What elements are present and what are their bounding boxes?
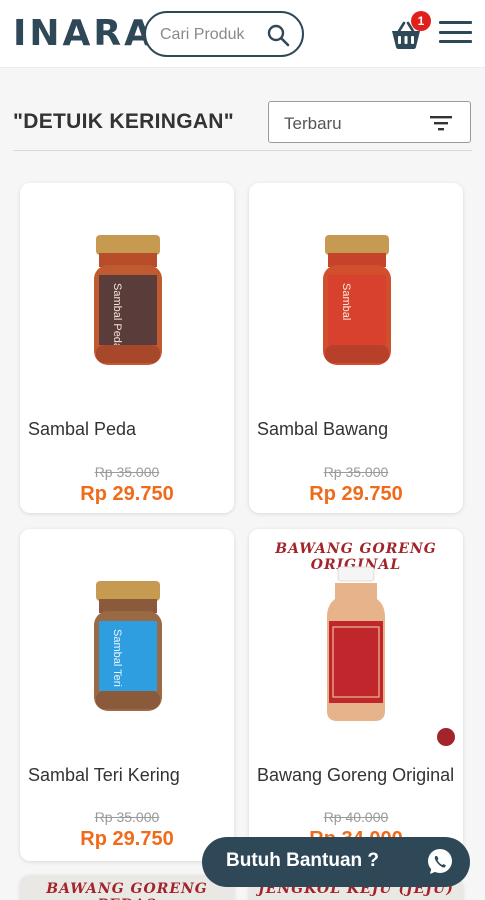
sort-select[interactable]: Terbaru	[268, 101, 471, 143]
product-image[interactable]: Sambal Teri	[20, 529, 234, 759]
product-price: Rp 29.750	[80, 828, 174, 850]
filter-icon	[430, 116, 452, 131]
jar-image: Sambal Peda	[94, 235, 162, 365]
search-icon[interactable]	[266, 23, 290, 47]
help-button[interactable]: Butuh Bantuan ?	[202, 837, 470, 887]
product-name[interactable]: Sambal Bawang	[257, 419, 455, 440]
sort-value: Terbaru	[284, 114, 342, 133]
product-image[interactable]: BAWANG GORENG ORIGINAL	[249, 529, 463, 759]
brand-logo[interactable]: INARA	[13, 12, 155, 56]
product-old-price: Rp 35.000	[323, 464, 389, 480]
help-button-label: Butuh Bantuan ?	[226, 850, 380, 871]
product-price: Rp 29.750	[80, 483, 174, 505]
product-old-price: Rp 40.000	[323, 809, 389, 825]
product-price: Rp 29.750	[309, 483, 403, 505]
product-card[interactable]: BAWANG GORENG ORIGINAL Bawang Goreng Ori…	[249, 529, 463, 869]
product-image[interactable]: Sambal	[249, 183, 463, 413]
product-name[interactable]: Sambal Peda	[28, 419, 226, 440]
product-card[interactable]: Sambal Sambal Bawang Rp 35.000 Rp 29.750	[249, 183, 463, 513]
product-card[interactable]: Sambal Peda Sambal Peda Rp 35.000 Rp 29.…	[20, 183, 234, 513]
jar-label-text: Sambal Peda	[111, 283, 123, 350]
jar-label-text: Sambal Teri	[111, 629, 123, 687]
product-name[interactable]: Bawang Goreng Original	[257, 765, 455, 786]
product-card[interactable]: Sambal Teri Sambal Teri Kering Rp 35.000…	[20, 529, 234, 861]
product-image[interactable]: Sambal Peda	[20, 183, 234, 413]
cart-count-badge: 1	[411, 11, 431, 31]
product-name[interactable]: Sambal Teri Kering	[28, 765, 226, 786]
divider	[13, 150, 472, 151]
jar-image: Sambal Teri	[94, 581, 162, 711]
whatsapp-icon	[428, 849, 452, 874]
header: INARA 1	[0, 0, 485, 68]
product-old-price: Rp 35.000	[94, 464, 160, 480]
search-bar[interactable]	[144, 11, 304, 57]
bottle-image	[327, 566, 455, 746]
product-banner-text: BAWANG GORENG PEDAS	[46, 881, 208, 900]
hamburger-menu-icon[interactable]	[439, 21, 472, 47]
product-card[interactable]: BAWANG GORENG PEDAS	[20, 875, 234, 900]
page-title: "DETUIK KERINGAN"	[13, 110, 235, 133]
search-input[interactable]	[160, 23, 270, 47]
jar-image: Sambal	[323, 235, 391, 365]
product-old-price: Rp 35.000	[94, 809, 160, 825]
jar-label-text: Sambal	[340, 283, 352, 320]
